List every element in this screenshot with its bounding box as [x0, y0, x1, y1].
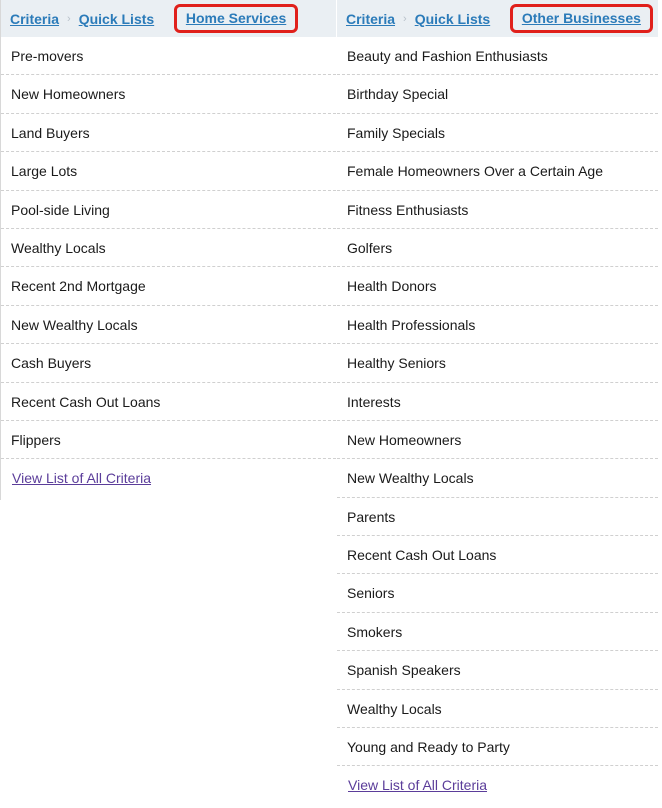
list-item[interactable]: Pool-side Living: [1, 191, 336, 229]
breadcrumb-quick-lists[interactable]: Quick Lists: [79, 11, 154, 27]
highlight-box: Other Businesses: [509, 4, 653, 33]
list-item[interactable]: Recent Cash Out Loans: [1, 383, 336, 421]
highlight-box: Home Services: [173, 4, 299, 33]
list-item[interactable]: Pre-movers: [1, 37, 336, 76]
list-item[interactable]: Health Professionals: [337, 306, 658, 345]
breadcrumb-current-other-businesses[interactable]: Other Businesses: [522, 10, 641, 26]
list-item[interactable]: Beauty and Fashion Enthusiasts: [337, 37, 658, 76]
list-item[interactable]: New Wealthy Locals: [337, 459, 658, 498]
chevron-right-icon: ›: [403, 12, 407, 25]
breadcrumb: Criteria › Quick Lists › Other Businesse…: [337, 0, 658, 37]
list-item[interactable]: Young and Ready to Party: [337, 728, 658, 767]
list-item[interactable]: Flippers: [1, 421, 336, 460]
list-item[interactable]: Wealthy Locals: [337, 690, 658, 729]
list-item[interactable]: New Wealthy Locals: [1, 306, 336, 345]
list-item[interactable]: New Homeowners: [1, 75, 336, 114]
list-item[interactable]: Healthy Seniors: [337, 344, 658, 383]
list-item[interactable]: Large Lots: [1, 152, 336, 191]
list-item[interactable]: Fitness Enthusiasts: [337, 191, 658, 229]
criteria-list: Beauty and Fashion Enthusiasts Birthday S…: [337, 37, 658, 767]
list-item[interactable]: Recent Cash Out Loans: [337, 536, 658, 575]
view-all-criteria-link[interactable]: View List of All Criteria: [337, 766, 658, 804]
breadcrumb-criteria[interactable]: Criteria: [10, 11, 59, 27]
list-item[interactable]: Family Specials: [337, 114, 658, 153]
breadcrumb-criteria[interactable]: Criteria: [346, 11, 395, 27]
list-item[interactable]: Birthday Special: [337, 75, 658, 114]
list-item[interactable]: Cash Buyers: [1, 344, 336, 383]
list-item[interactable]: Land Buyers: [1, 114, 336, 153]
breadcrumb-current-home-services[interactable]: Home Services: [186, 10, 286, 26]
list-item[interactable]: Health Donors: [337, 267, 658, 306]
view-all-criteria-link[interactable]: View List of All Criteria: [1, 459, 336, 497]
list-item[interactable]: Recent 2nd Mortgage: [1, 267, 336, 306]
list-item[interactable]: Interests: [337, 383, 658, 421]
chevron-right-icon: ›: [67, 12, 71, 25]
breadcrumb: Criteria › Quick Lists › Home Services: [1, 0, 336, 37]
list-item[interactable]: Wealthy Locals: [1, 229, 336, 268]
list-item[interactable]: Golfers: [337, 229, 658, 268]
other-businesses-panel: Criteria › Quick Lists › Other Businesse…: [337, 0, 658, 808]
list-item[interactable]: Seniors: [337, 574, 658, 613]
list-item[interactable]: Spanish Speakers: [337, 651, 658, 690]
list-item[interactable]: Female Homeowners Over a Certain Age: [337, 152, 658, 191]
list-item[interactable]: Parents: [337, 498, 658, 537]
breadcrumb-quick-lists[interactable]: Quick Lists: [415, 11, 490, 27]
list-item[interactable]: New Homeowners: [337, 421, 658, 460]
home-services-panel: Criteria › Quick Lists › Home Services P…: [0, 0, 336, 500]
criteria-list: Pre-movers New Homeowners Land Buyers Large…: [1, 37, 336, 460]
list-item[interactable]: Smokers: [337, 613, 658, 652]
